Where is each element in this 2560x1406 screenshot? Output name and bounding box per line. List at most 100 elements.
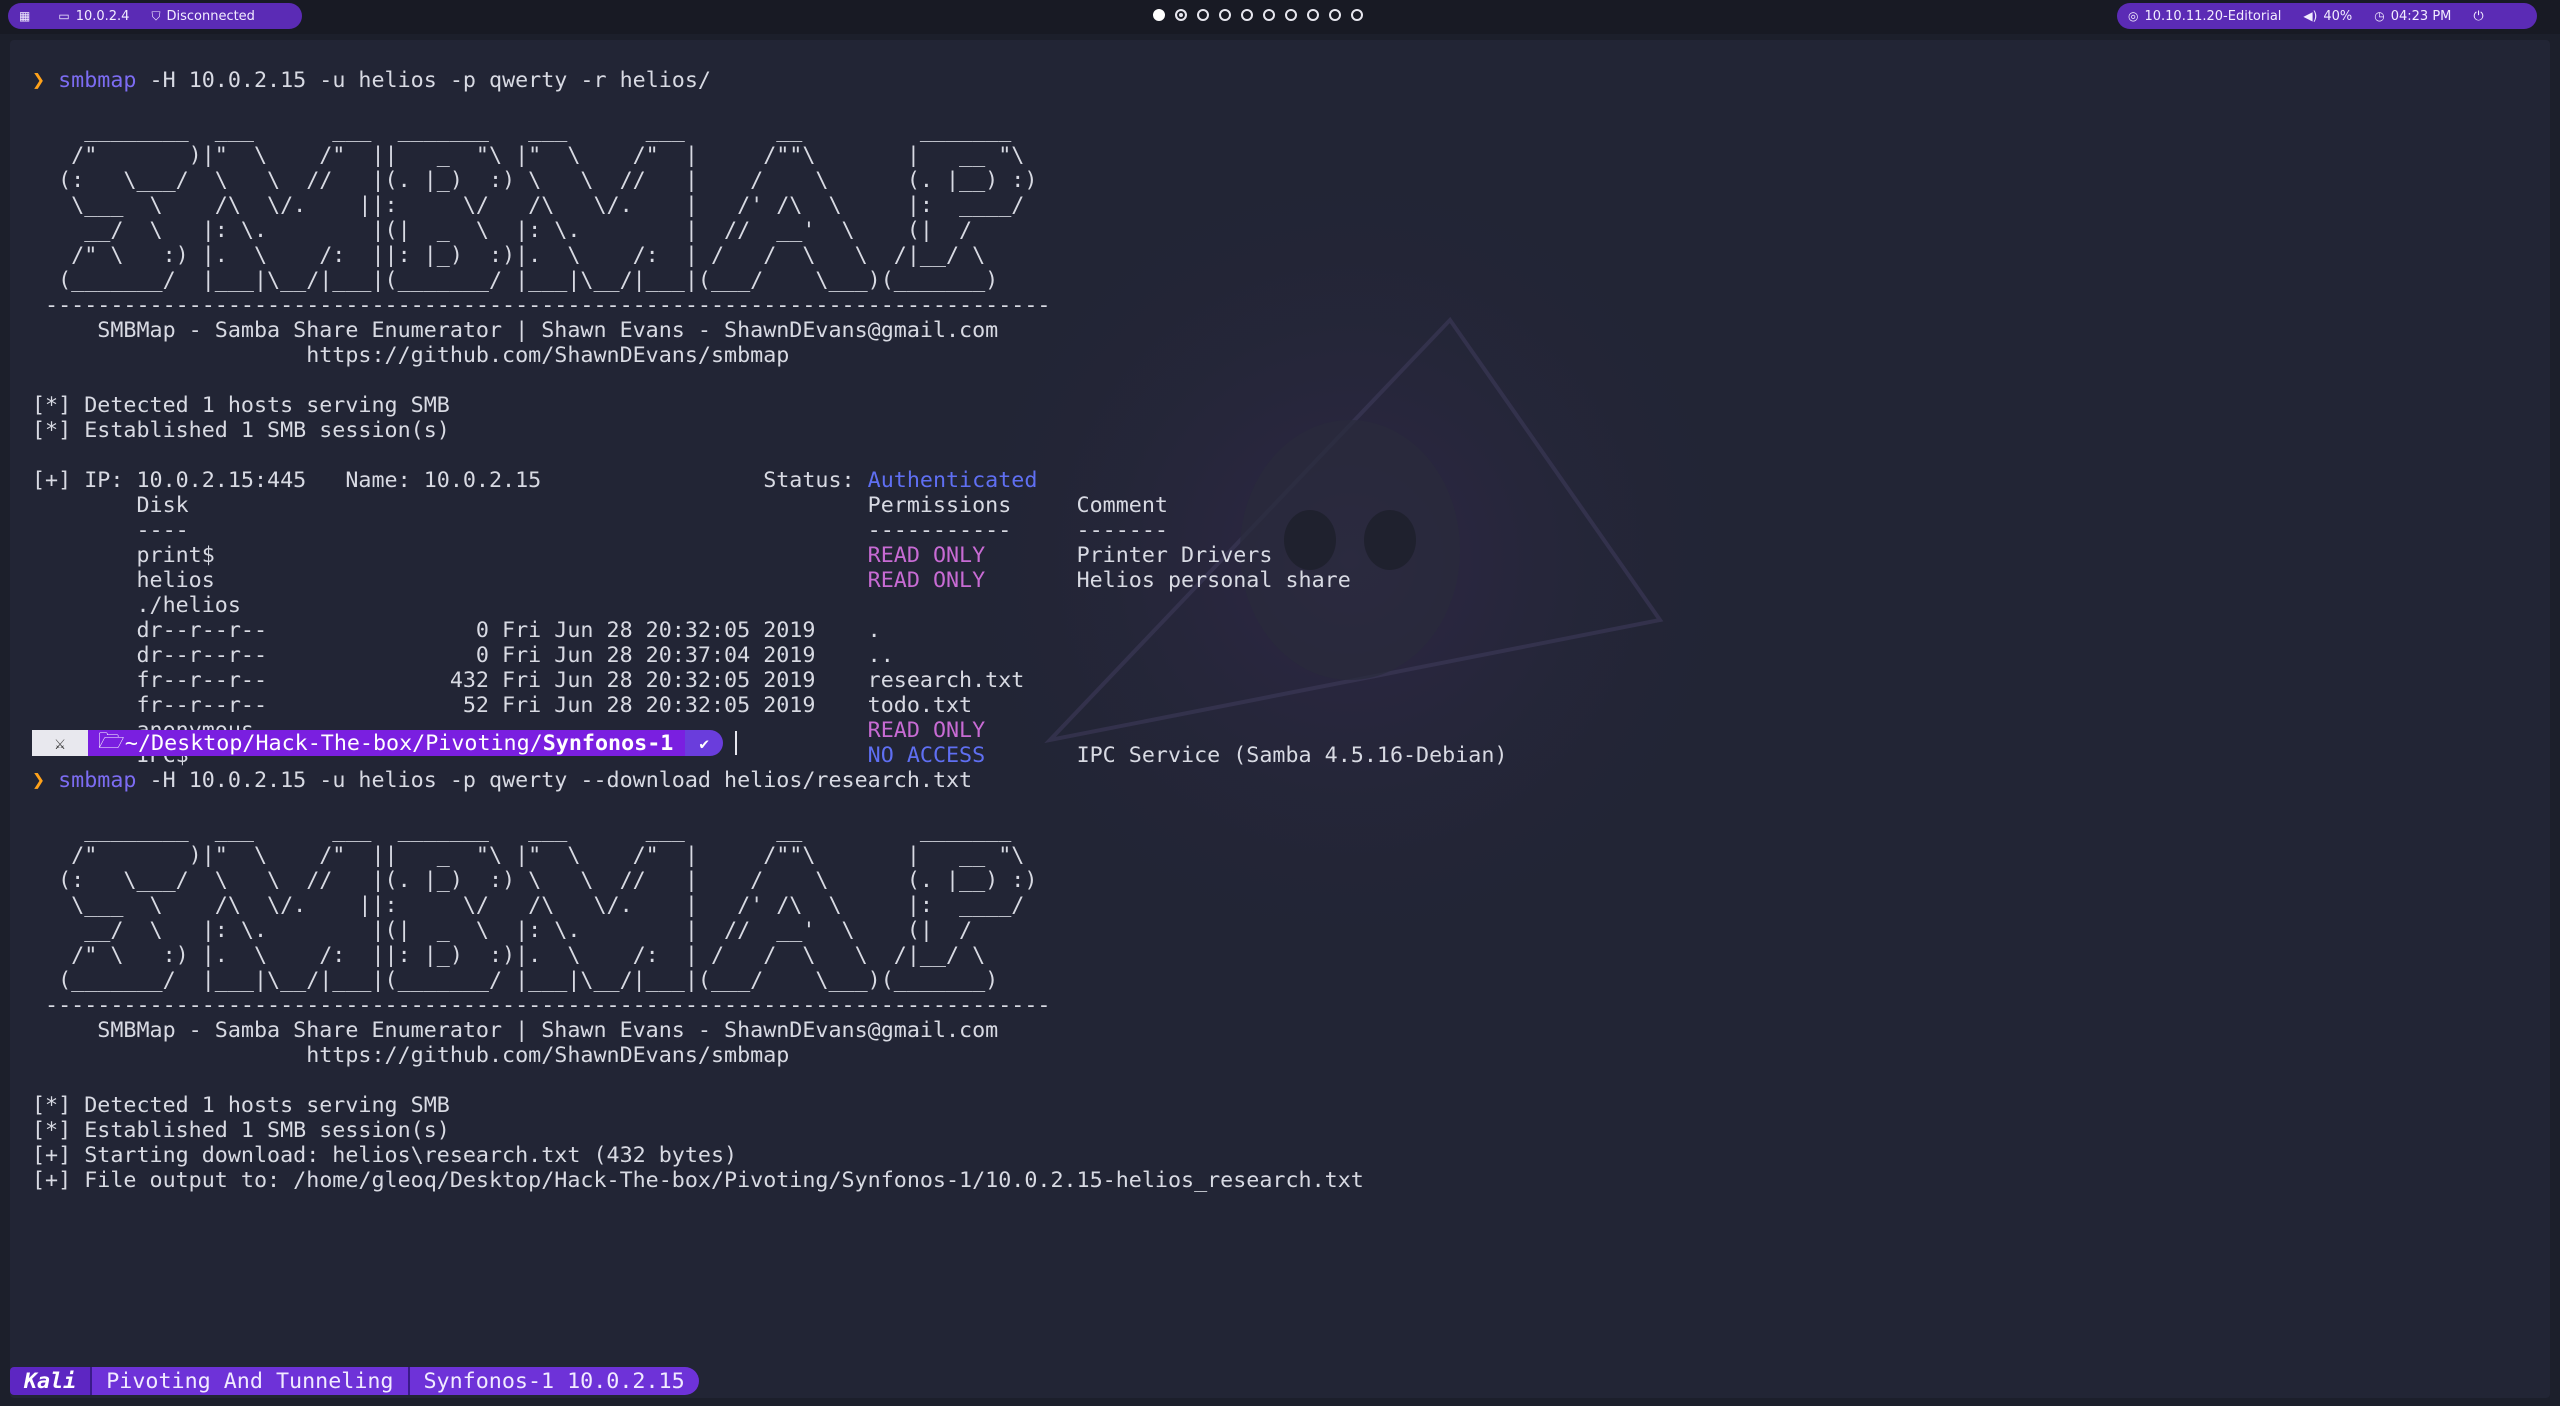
session-name[interactable]: Kali [10,1367,91,1395]
terminal-text: SMBMap - Samba Share Enumerator | Shawn … [32,1018,999,1043]
workspace-dot-5[interactable] [1241,9,1253,21]
terminal-line: fr--r--r-- 432 Fri Jun 28 20:32:05 2019 … [32,668,1507,693]
window-tab-pivoting[interactable]: Pivoting And Tunneling [90,1367,408,1395]
terminal-text: /" )|" \ /" || _ "\ |" \ /" | /""\ | __ … [32,143,1025,168]
terminal-line: ---- ----------- ------- [32,518,1507,543]
volume-indicator[interactable]: ◀) 40% [2292,3,2363,29]
terminal-line: \___ \ /\ \/. ||: \/ /\ \/. | /' /\ \ |:… [32,193,1507,218]
apps-menu-button[interactable]: ▦ [8,3,47,29]
terminal-line: Disk Permissions Comment [32,493,1507,518]
workspace-dot-2[interactable] [1175,9,1187,21]
terminal-line: https://github.com/ShawnDEvans/smbmap [32,343,1507,368]
terminal-line: /" )|" \ /" || _ "\ |" \ /" | /""\ | __ … [32,843,1507,868]
vpn-status: Disconnected [166,8,255,24]
clock-indicator[interactable]: ◷ 04:23 PM [2363,3,2462,29]
terminal-text: [*] Detected 1 hosts serving SMB [32,393,450,418]
local-ip-indicator[interactable]: ▭ 10.0.2.4 [47,3,140,29]
local-ip: 10.0.2.4 [75,8,130,24]
terminal-text: (: \___/ \ \ // |(. |_) :) \ \ // | / \ … [32,168,1038,193]
terminal-text: SMBMap - Samba Share Enumerator | Shawn … [32,318,999,343]
text-cursor[interactable] [734,731,737,755]
workspace-dot-3[interactable] [1197,9,1209,21]
terminal-text: [+] Starting download: helios\research.t… [32,1143,738,1168]
window-tab-synfonos[interactable]: Synfonos-1 10.0.2.15 [407,1367,699,1395]
terminal-text: smbmap [58,68,137,93]
terminal-text: helios [32,568,868,593]
workspace-dot-6[interactable] [1263,9,1275,21]
terminal-text: print$ [32,543,868,568]
terminal-window[interactable]: ❯ smbmap -H 10.0.2.15 -u helios -p qwert… [10,40,2550,1398]
terminal-text: ❯ [32,68,59,93]
terminal-line: (_______/ |___|\__/|___|(_______/ |___|\… [32,268,1507,293]
terminal-line: ❯ smbmap -H 10.0.2.15 -u helios -p qwert… [32,68,1507,93]
terminal-text: /" \ :) |. \ /: ||: |_) :)|. \ /: | / / … [32,943,986,968]
terminal-text: /" \ :) |. \ /: ||: |_) :)|. \ /: | / / … [32,243,986,268]
terminal-text: __/ \ |: \. |(| _ \ |: \. | // __' \ (| … [32,918,973,943]
terminal-line: [+] File output to: /home/gleoq/Desktop/… [32,1168,1507,1193]
terminal-line: SMBMap - Samba Share Enumerator | Shawn … [32,1018,1507,1043]
terminal-text: Authenticated [867,468,1038,493]
workspace-dot-10[interactable] [1351,9,1363,21]
terminal-text: (: \___/ \ \ // |(. |_) :) \ \ // | / \ … [32,868,1038,893]
terminal-text: ❯ [32,768,59,793]
terminal-line: (: \___/ \ \ // |(. |_) :) \ \ // | / \ … [32,168,1507,193]
top-panel: ▦ ▭ 10.0.2.4 ⛉ Disconnected ◎ 10.10.11.2… [0,0,2560,34]
workspace-dot-4[interactable] [1219,9,1231,21]
terminal-text: \___ \ /\ \/. ||: \/ /\ \/. | /' /\ \ |:… [32,893,1025,918]
terminal-line: SMBMap - Samba Share Enumerator | Shawn … [32,318,1507,343]
terminal-line: __/ \ |: \. |(| _ \ |: \. | // __' \ (| … [32,218,1507,243]
prompt-path-current: Synfonos-1 [542,730,674,756]
workspace-dot-8[interactable] [1307,9,1319,21]
terminal-text: (_______/ |___|\__/|___|(_______/ |___|\… [32,968,999,993]
terminal-line: ----------------------------------------… [32,993,1507,1018]
terminal-line: [*] Detected 1 hosts serving SMB [32,1093,1507,1118]
target-indicator[interactable]: ◎ 10.10.11.20-Editorial [2117,3,2292,29]
workspace-dot-1[interactable] [1153,9,1165,21]
terminal-line: /" \ :) |. \ /: ||: |_) :)|. \ /: | / / … [32,243,1507,268]
terminal-text: Disk Permissions Comment [32,493,1168,518]
terminal-text: [*] Established 1 SMB session(s) [32,418,450,443]
terminal-text: fr--r--r-- 432 Fri Jun 28 20:32:05 2019 … [32,668,1025,693]
workspace-dot-7[interactable] [1285,9,1297,21]
terminal-text: \___ \ /\ \/. ||: \/ /\ \/. | /' /\ \ |:… [32,193,1025,218]
terminal-text: ./helios [32,593,241,618]
terminal-line: print$ READ ONLY Printer Drivers [32,543,1507,568]
grid-icon: ▦ [19,9,31,23]
prompt-status-check: ✔ [685,730,723,756]
terminal-text: READ ONLY [867,718,986,743]
terminal-text: ----------------------------------------… [32,993,1051,1018]
volume-icon: ◀) [2303,9,2318,23]
terminal-line: dr--r--r-- 0 Fri Jun 28 20:37:04 2019 .. [32,643,1507,668]
terminal-text: (_______/ |___|\__/|___|(_______/ |___|\… [32,268,999,293]
target-icon: ◎ [2128,9,2139,23]
terminal-line: [*] Established 1 SMB session(s) [32,1118,1507,1143]
clock-time: 04:23 PM [2390,8,2452,24]
power-icon: ⏻ [2473,8,2484,24]
terminal-text: IPC Service (Samba 4.5.16-Debian) [985,743,1508,768]
terminal-text: /" )|" \ /" || _ "\ |" \ /" | /""\ | __ … [32,843,1025,868]
terminal-line: ________ ___ ___ _______ ___ ___ __ ____… [32,118,1507,143]
clock-icon: ◷ [2374,9,2385,23]
left-status-pill: ▦ ▭ 10.0.2.4 ⛉ Disconnected [8,3,302,29]
terminal-line: ❯ smbmap -H 10.0.2.15 -u helios -p qwert… [32,768,1507,793]
terminal-line: https://github.com/ShawnDEvans/smbmap [32,1043,1507,1068]
terminal-text: [+] File output to: /home/gleoq/Desktop/… [32,1168,1364,1193]
tmux-status-bar: Kali Pivoting And Tunneling Synfonos-1 1… [10,1367,699,1395]
terminal-text: -H 10.0.2.15 -u helios -p qwerty --downl… [136,768,973,793]
terminal-text: -H 10.0.2.15 -u helios -p qwerty -r heli… [136,68,711,93]
terminal-line: dr--r--r-- 0 Fri Jun 28 20:32:05 2019 . [32,618,1507,643]
terminal-text: ________ ___ ___ _______ ___ ___ __ ____… [32,818,1012,843]
workspace-dot-9[interactable] [1329,9,1341,21]
power-button[interactable]: ⏻ [2462,3,2494,29]
terminal-line: fr--r--r-- 52 Fri Jun 28 20:32:05 2019 t… [32,693,1507,718]
volume-level: 40% [2323,8,2353,24]
vpn-indicator[interactable]: ⛉ Disconnected [140,3,265,29]
terminal-line: (: \___/ \ \ // |(. |_) :) \ \ // | / \ … [32,868,1507,893]
terminal-text: https://github.com/ShawnDEvans/smbmap [32,1043,790,1068]
kali-dragon-icon: ⚔ [32,730,88,756]
terminal-text: [*] Detected 1 hosts serving SMB [32,1093,450,1118]
